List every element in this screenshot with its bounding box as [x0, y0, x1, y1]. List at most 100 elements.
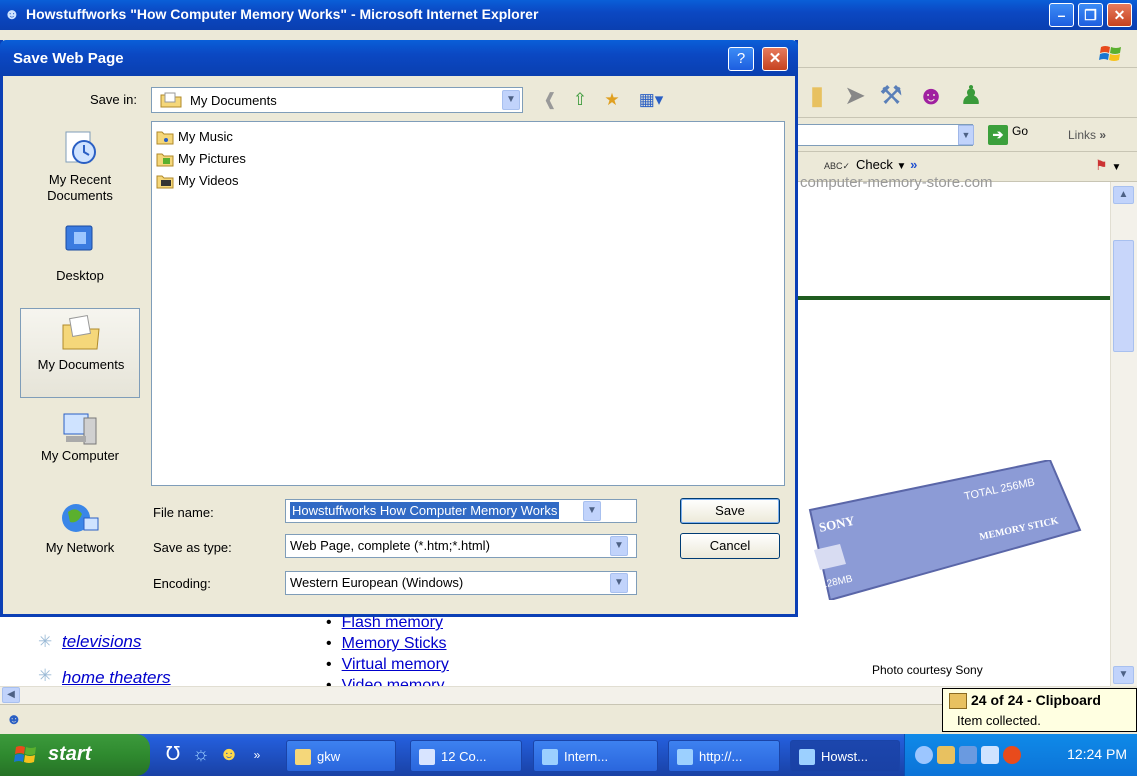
scroll-up-button[interactable]: ▲ [1113, 186, 1134, 204]
translate-icon[interactable]: ⚑ ▼ [1095, 157, 1121, 174]
folder-icon [295, 749, 311, 765]
related-links-list: Flash memory Memory Sticks Virtual memor… [326, 612, 449, 696]
scroll-thumb[interactable] [1113, 240, 1134, 352]
task-http[interactable]: http://... [668, 740, 780, 772]
chevron-down-icon[interactable]: ▼ [583, 501, 601, 521]
clipboard-icon [949, 693, 967, 709]
divider-line [790, 296, 1110, 300]
encoding-select[interactable]: Western European (Windows) [285, 571, 637, 595]
clipboard-message: Item collected. [957, 713, 1041, 728]
folders-icon[interactable]: ▮ [800, 80, 834, 110]
system-tray: 12:24 PM [904, 734, 1137, 776]
clipboard-tray-icon[interactable] [937, 746, 955, 764]
media-icon[interactable]: ➤ [838, 80, 872, 110]
tray-expand-icon[interactable] [915, 746, 933, 764]
links-toolbar[interactable]: Links » [1068, 128, 1106, 142]
save-button[interactable]: Save [680, 498, 780, 524]
word-icon [419, 749, 435, 765]
place-desktop[interactable]: Desktop [20, 214, 140, 304]
place-my-computer[interactable]: My Computer [20, 406, 140, 496]
go-arrow-icon: ➔ [988, 125, 1008, 145]
ie-titlebar[interactable]: ☻ Howstuffworks "How Computer Memory Wor… [0, 0, 1137, 30]
address-input[interactable] [790, 124, 973, 146]
start-button[interactable]: start [0, 734, 150, 776]
nav-link-televisions[interactable]: televisions [62, 632, 141, 652]
list-item[interactable]: Virtual memory [326, 654, 449, 675]
windows-logo-icon [1099, 46, 1121, 61]
list-item[interactable]: My Music [154, 128, 233, 148]
my-documents-folder-icon [160, 92, 182, 108]
word-quicklaunch-icon[interactable]: ℧ [160, 742, 186, 768]
task-internet-explorer[interactable]: Intern... [533, 740, 658, 772]
my-computer-icon [63, 413, 97, 445]
place-my-network[interactable]: My Network [20, 498, 140, 588]
list-item[interactable]: My Videos [154, 172, 238, 192]
back-icon[interactable]: ❰ [538, 88, 562, 112]
videos-folder-icon [156, 175, 174, 189]
my-documents-icon [62, 314, 100, 350]
places-bar: My Recent Documents Desktop My Documents… [20, 118, 140, 568]
file-list[interactable]: My Music My Pictures My Videos [151, 121, 785, 486]
cancel-button[interactable]: Cancel [680, 533, 780, 559]
ie-icon [799, 749, 815, 765]
up-folder-icon[interactable]: ⇧ [568, 88, 592, 112]
list-item[interactable]: Memory Sticks [326, 633, 449, 654]
antivirus-tray-icon[interactable] [1003, 746, 1021, 764]
spell-check-button[interactable]: ABC✓ Check ▼ » [824, 157, 917, 172]
store-banner-text[interactable]: computer-memory-store.com [800, 174, 993, 191]
encoding-label: Encoding: [153, 576, 211, 591]
ie-icon [677, 749, 693, 765]
messenger-icon[interactable]: ☻ [914, 80, 948, 110]
photo-credit: Photo courtesy Sony [872, 663, 983, 677]
windows-flag-icon [14, 746, 36, 763]
go-button[interactable]: ➔ Go [988, 124, 1044, 146]
contacts-icon[interactable]: ♟ [954, 80, 988, 110]
task-howstuffworks[interactable]: Howst... [790, 740, 900, 772]
address-dropdown-button[interactable]: ▼ [958, 125, 974, 145]
recent-documents-icon [65, 131, 96, 164]
quicklaunch-overflow-icon[interactable]: » [244, 742, 270, 768]
network-tray-icon[interactable] [959, 746, 977, 764]
messenger-quicklaunch-icon[interactable]: ☻ [216, 742, 242, 768]
save-in-combo[interactable]: My Documents ▼ [151, 87, 523, 113]
minimize-button[interactable]: – [1049, 3, 1074, 27]
ie-quicklaunch-icon[interactable]: ☼ [188, 742, 214, 768]
history-icon[interactable]: ⚒ [874, 80, 908, 110]
pictures-folder-icon [156, 153, 174, 167]
dialog-close-button[interactable]: ✕ [762, 47, 788, 71]
save-as-type-select[interactable]: Web Page, complete (*.htm;*.html) [285, 534, 637, 558]
music-folder-icon [156, 131, 174, 145]
list-item[interactable]: My Pictures [154, 150, 246, 170]
ie-page-icon: ☻ [6, 711, 22, 728]
save-in-label: Save in: [90, 92, 137, 107]
clipboard-title: 24 of 24 - Clipboard [971, 692, 1101, 708]
new-folder-icon[interactable]: ★ [600, 88, 624, 112]
task-gkw[interactable]: gkw [286, 740, 396, 772]
clock[interactable]: 12:24 PM [1067, 746, 1127, 762]
task-word-document[interactable]: 12 Co... [410, 740, 522, 772]
nav-link-home-theaters[interactable]: home theaters [62, 668, 171, 688]
memory-stick-image: SONY TOTAL 256MB MEMORY STICK 128MB [808, 460, 1082, 600]
ie-icon [542, 749, 558, 765]
clipboard-notification[interactable]: 24 of 24 - Clipboard Item collected. [942, 688, 1137, 732]
restore-button[interactable]: ❐ [1078, 3, 1103, 27]
scroll-down-button[interactable]: ▼ [1113, 666, 1134, 684]
desktop-icon [65, 225, 93, 251]
place-my-documents[interactable]: My Documents [20, 308, 140, 398]
star-bullet-icon: ✳ [38, 632, 53, 651]
place-my-recent-documents[interactable]: My Recent Documents [20, 118, 140, 208]
dialog-titlebar[interactable]: Save Web Page [0, 40, 798, 76]
views-menu-icon[interactable]: ▦▾ [634, 88, 668, 112]
word-tray-icon[interactable] [981, 746, 999, 764]
file-name-label: File name: [153, 505, 214, 520]
close-button[interactable]: ✕ [1107, 3, 1132, 27]
save-as-type-label: Save as type: [153, 540, 232, 555]
help-button[interactable]: ? [728, 47, 754, 71]
star-bullet-icon: ✳ [38, 666, 53, 685]
chevron-down-icon[interactable]: ▼ [610, 573, 628, 593]
scroll-left-button[interactable]: ◀ [2, 687, 20, 703]
dialog-title: Save Web Page [13, 50, 124, 67]
chevron-down-icon[interactable]: ▼ [502, 90, 520, 110]
my-network-icon [62, 504, 99, 532]
chevron-down-icon[interactable]: ▼ [610, 536, 628, 556]
